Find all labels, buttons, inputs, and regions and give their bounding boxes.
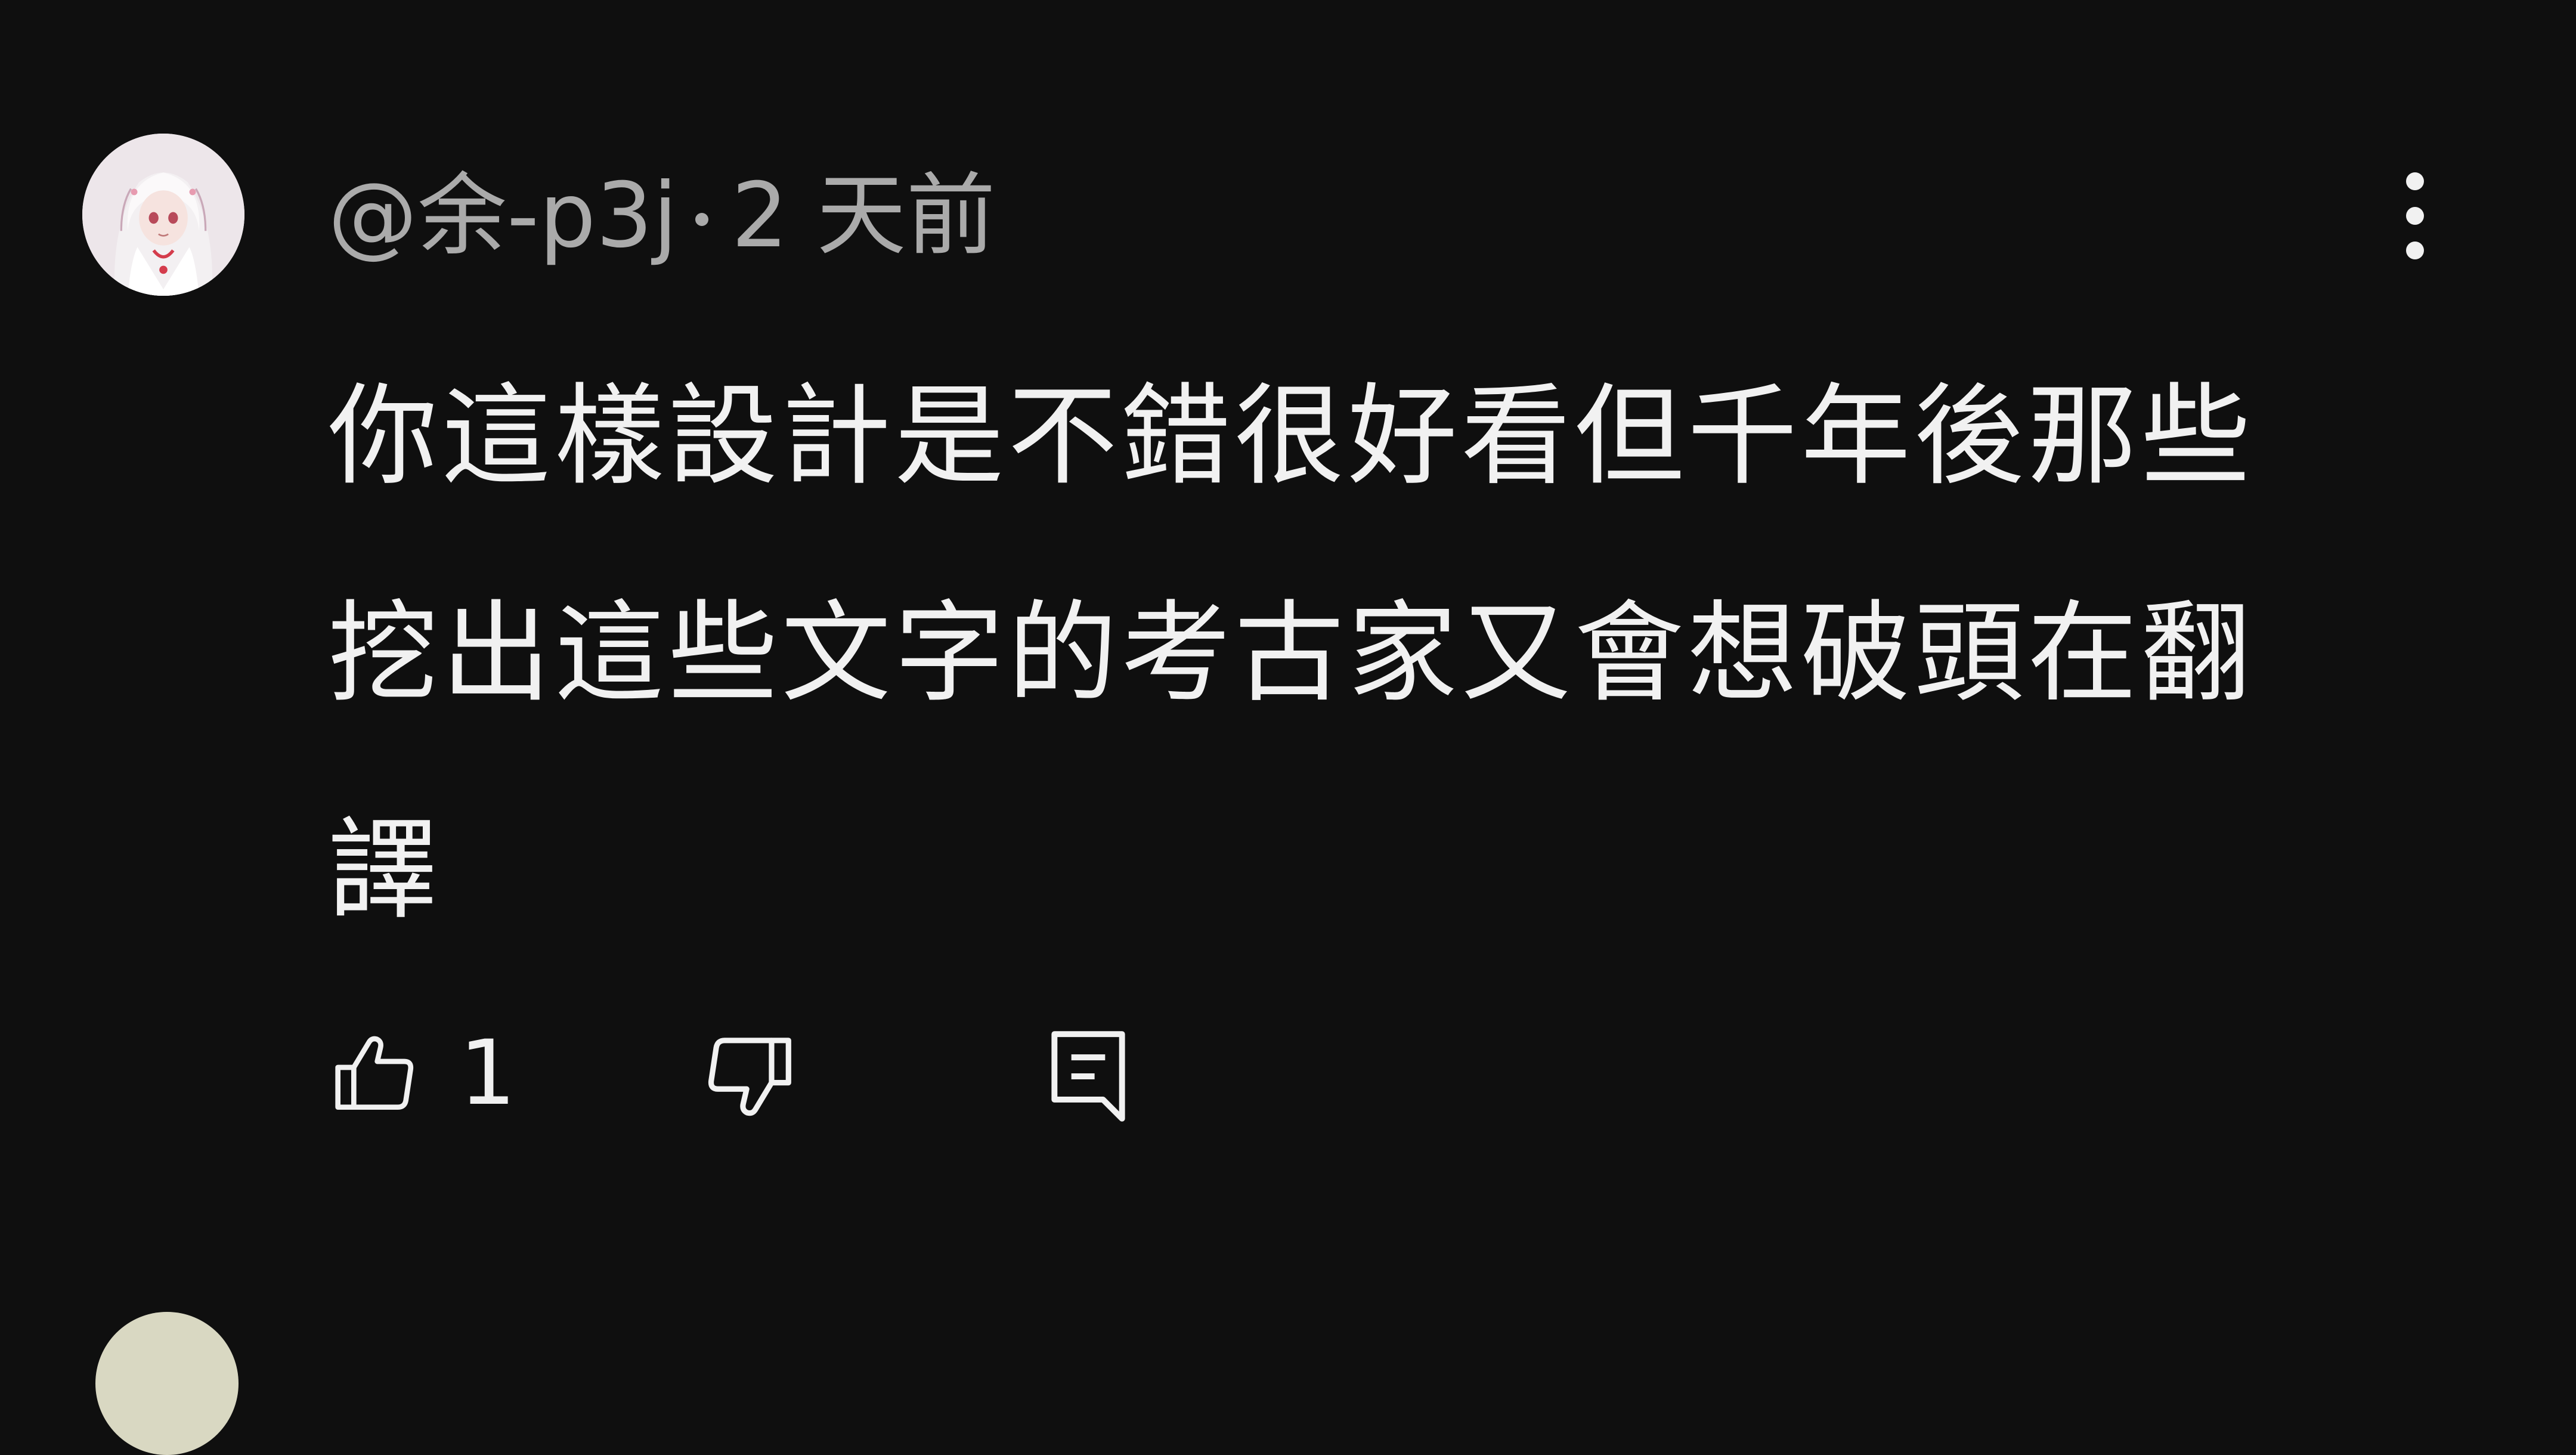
- comment-time: 2 天前: [731, 164, 996, 268]
- comment-actions: 1: [328, 1014, 1282, 1133]
- author-name[interactable]: @余-p3j: [328, 156, 677, 275]
- dislike-button[interactable]: [698, 1026, 799, 1127]
- reply-button[interactable]: [1044, 1026, 1133, 1127]
- next-comment-avatar[interactable]: [95, 1312, 239, 1455]
- reply-icon: [1051, 1031, 1125, 1122]
- more-dot: [2406, 172, 2424, 190]
- avatar[interactable]: [82, 134, 244, 296]
- like-button[interactable]: 1: [328, 1014, 516, 1133]
- thumb-down-icon: [708, 1038, 791, 1116]
- like-count: 1: [459, 1021, 516, 1125]
- more-dot: [2406, 242, 2424, 259]
- comment-text: 你這樣設計是不錯很好看但千年後那些挖出這些文字的考古家又會想破頭在翻譯: [328, 373, 2255, 934]
- thumb-up-icon: [335, 1036, 414, 1110]
- comment-header: @余-p3j 2 天前: [328, 156, 996, 275]
- comment-thread: @余-p3j 2 天前 你這樣設計是不錯很好看但千年後那些挖出這些文字的考古家又…: [0, 0, 2576, 1276]
- separator-dot: [695, 213, 709, 226]
- avatar-image: [82, 134, 244, 296]
- more-vert-icon[interactable]: [2379, 162, 2451, 270]
- more-dot: [2406, 207, 2424, 225]
